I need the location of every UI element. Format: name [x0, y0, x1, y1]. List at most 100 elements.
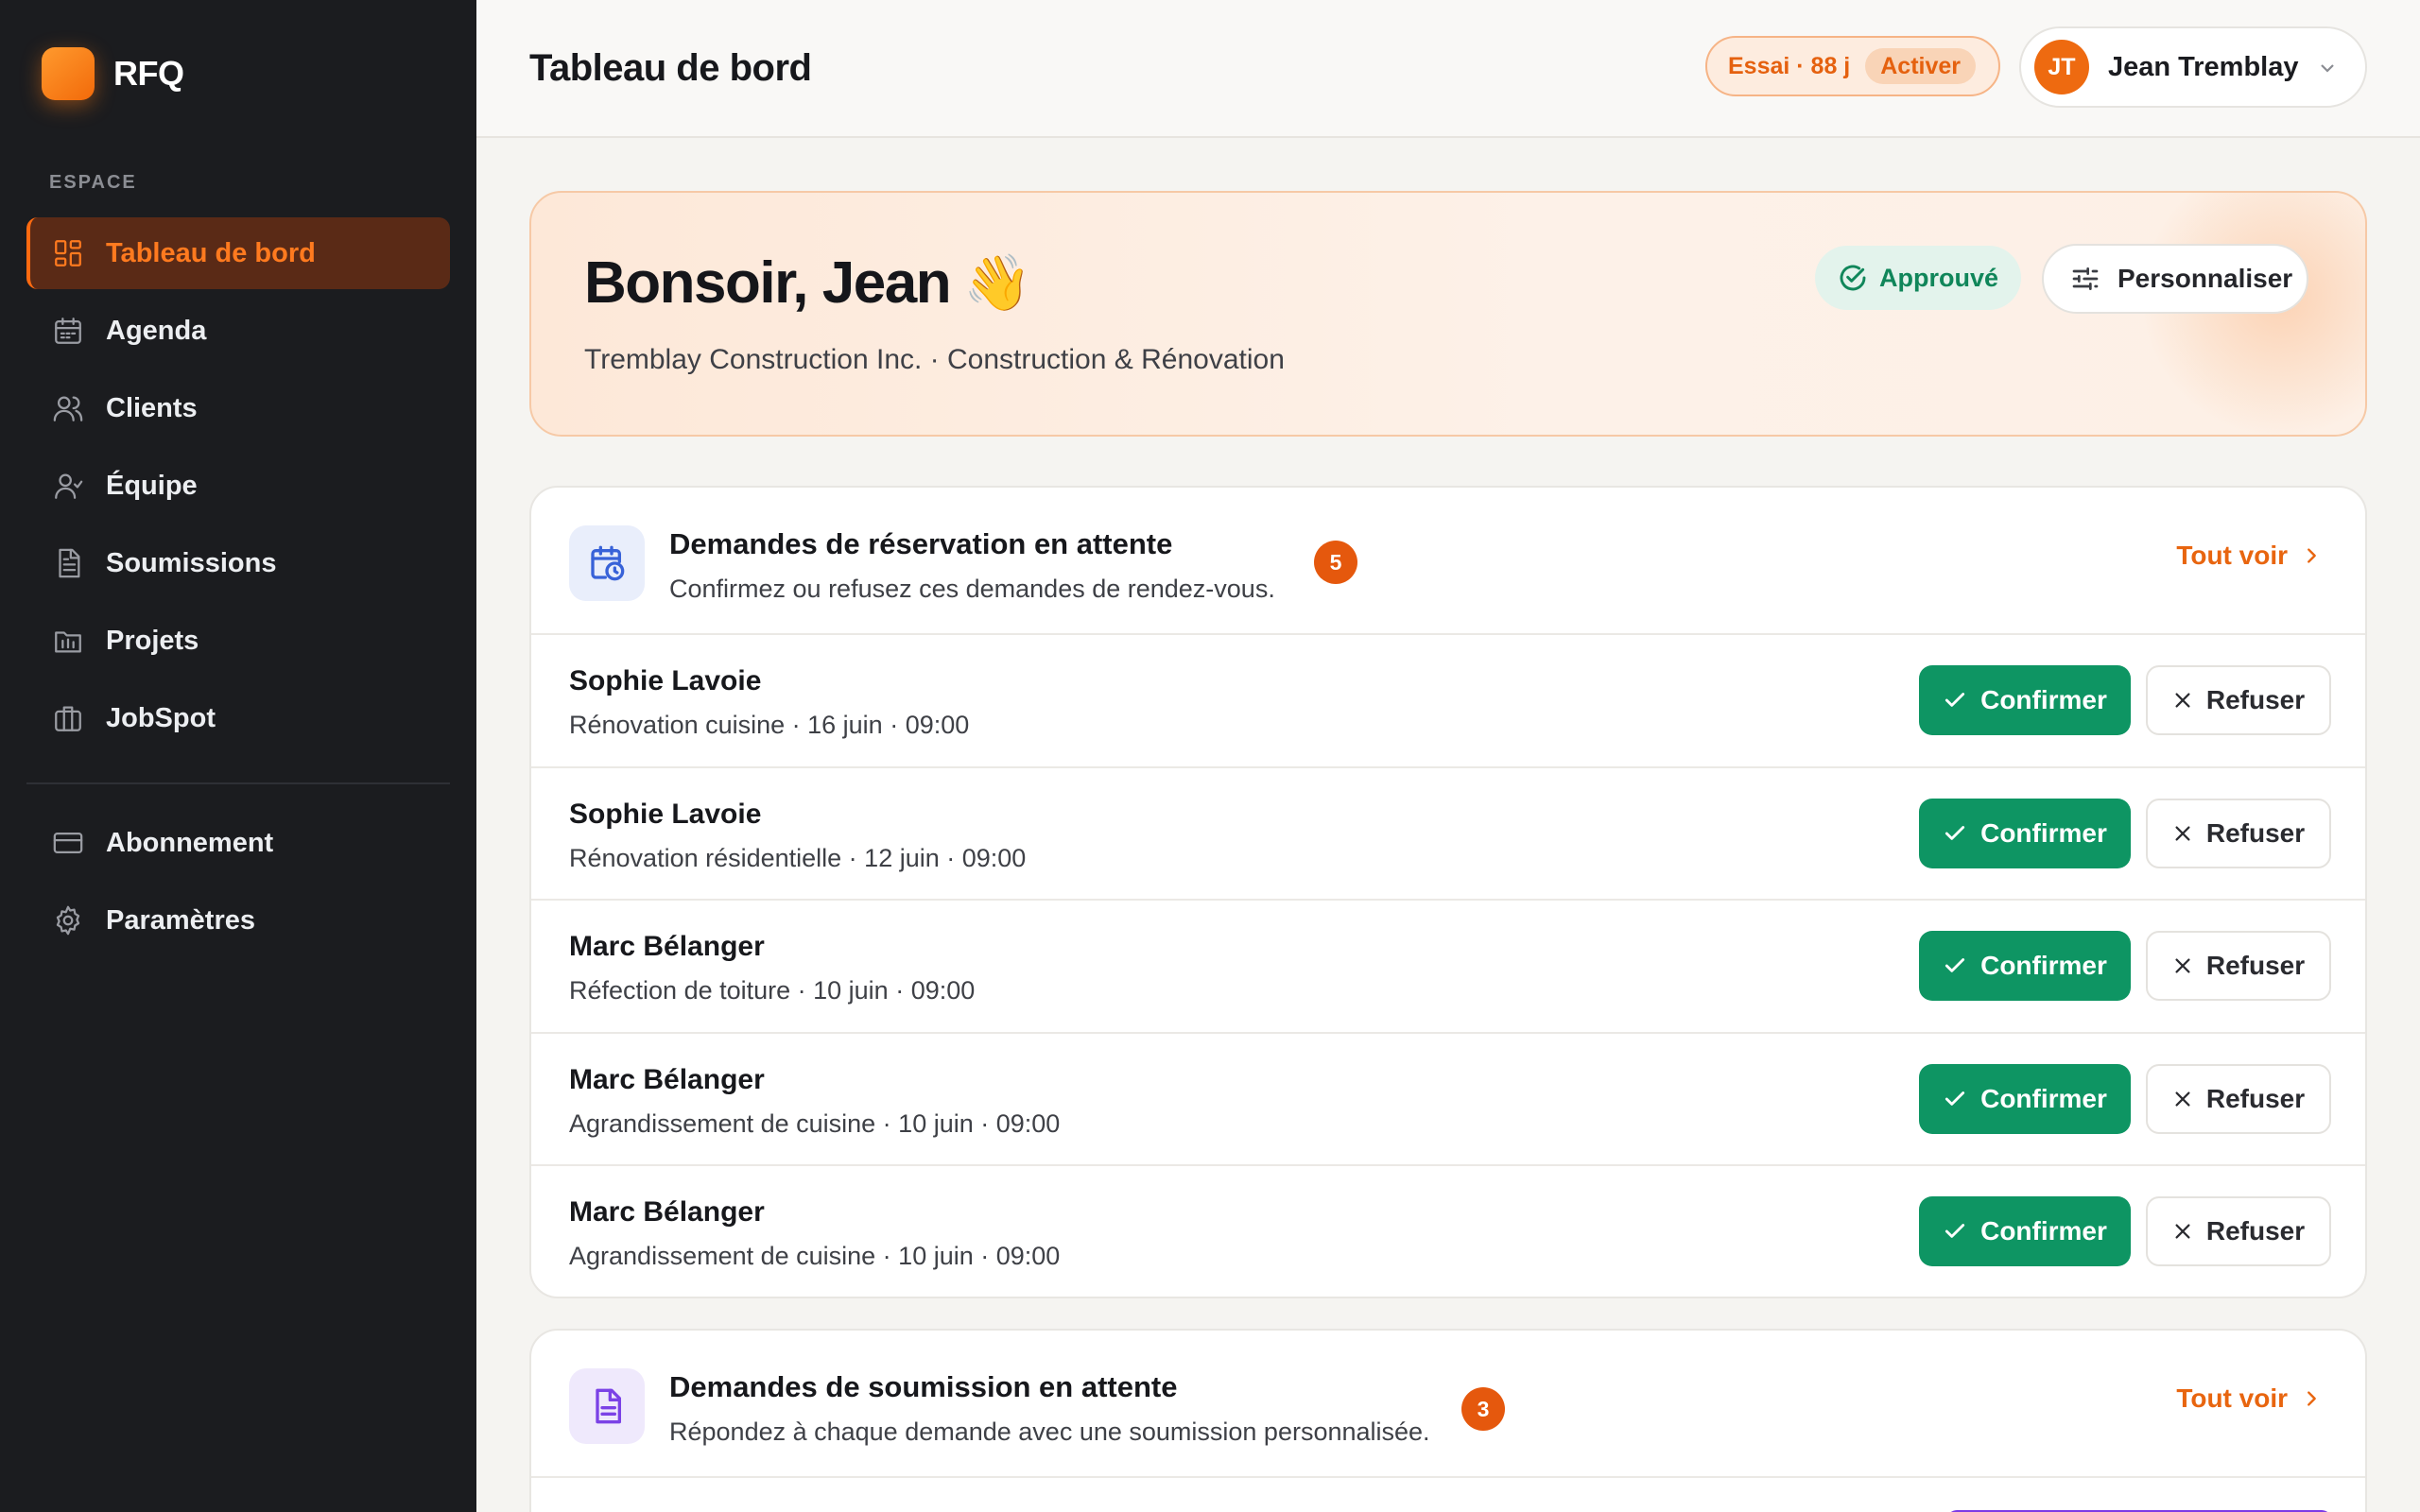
requester-name: Marc Bélanger [569, 1196, 765, 1228]
check-circle-icon [1840, 265, 1866, 291]
sidebar-item-team[interactable]: Équipe [26, 450, 450, 522]
table-row: Sophie Lavoie Rénovation cuisine · 16 ju… [531, 635, 2365, 768]
confirm-button[interactable]: Confirmer [1919, 931, 2131, 1001]
refuse-label: Refuser [2205, 685, 2306, 714]
table-row: Marc Bélanger Agrandissement de cuisine … [531, 1166, 2365, 1297]
refuse-button[interactable]: Refuser [2146, 798, 2331, 868]
brand-logo [42, 47, 95, 100]
projects-icon [51, 624, 85, 658]
count-badge: 3 [1461, 1387, 1505, 1431]
calendar-clock-icon [569, 525, 645, 601]
card-title: Demandes de réservation en attente [669, 527, 1173, 560]
sidebar-item-label: Projets [106, 625, 199, 656]
see-all-label: Tout voir [2176, 541, 2288, 570]
sidebar-item-label: Soumissions [106, 547, 277, 578]
refuse-button[interactable]: Refuser [2146, 931, 2331, 1001]
confirm-label: Confirmer [1980, 1216, 2107, 1246]
status-badge-label: Approuvé [1879, 263, 1999, 292]
user-menu[interactable]: JT Jean Tremblay [2019, 26, 2367, 108]
see-all-link[interactable]: Tout voir [2176, 541, 2322, 571]
sidebar-item-agenda[interactable]: Agenda [26, 295, 450, 367]
dashboard-icon [51, 236, 85, 270]
close-icon [2175, 825, 2190, 841]
refuse-label: Refuser [2205, 951, 2306, 980]
customize-label: Personnaliser [2118, 264, 2293, 293]
sidebar-item-label: Tableau de bord [106, 237, 316, 268]
sidebar-nav: Tableau de bord Agenda Clients Équipe So… [26, 217, 450, 760]
sidebar-item-projects[interactable]: Projets [26, 605, 450, 677]
sidebar-item-subscription[interactable]: Abonnement [26, 807, 450, 879]
sidebar-item-label: Abonnement [106, 827, 274, 858]
confirm-label: Confirmer [1980, 685, 2107, 714]
refuse-label: Refuser [2205, 1083, 2306, 1113]
check-icon [1945, 825, 1965, 840]
trial-text: Essai · 88 j [1728, 52, 1851, 79]
confirm-label: Confirmer [1980, 951, 2107, 980]
check-icon [1945, 1224, 1965, 1238]
confirm-button[interactable]: Confirmer [1919, 1063, 2131, 1134]
confirm-label: Confirmer [1980, 1083, 2107, 1113]
activate-button[interactable]: Activer [1865, 48, 1977, 84]
chevron-right-icon [2308, 548, 2316, 563]
confirm-label: Confirmer [1980, 817, 2107, 848]
gear-icon [51, 903, 85, 937]
sidebar-nav-bottom: Abonnement Paramètres [26, 807, 450, 962]
confirm-button[interactable]: Confirmer [1919, 1196, 2131, 1266]
confirm-button[interactable]: Confirmer [1919, 798, 2131, 868]
user-name: Jean Tremblay [2108, 51, 2299, 82]
avatar: JT [2034, 40, 2089, 94]
refuse-button[interactable]: Refuser [2146, 1196, 2331, 1266]
request-detail: Rénovation résidentielle · 12 juin · 09:… [569, 843, 1027, 872]
waving-hand-icon: 👋 [963, 251, 1031, 314]
refuse-label: Refuser [2205, 817, 2306, 848]
booking-requests-card: Demandes de réservation en attente Confi… [529, 486, 2367, 1298]
sidebar-item-dashboard[interactable]: Tableau de bord [26, 217, 450, 289]
confirm-button[interactable]: Confirmer [1919, 665, 2131, 735]
card-subtitle: Répondez à chaque demande avec une soumi… [669, 1418, 1430, 1446]
close-icon [2175, 1224, 2190, 1239]
quote-requests-card: Demandes de soumission en attente Répond… [529, 1329, 2367, 1512]
table-row: Marc Bélanger Agrandissement de cuisine … [531, 1034, 2365, 1166]
sidebar-item-label: JobSpot [106, 702, 216, 733]
requester-name: Marc Bélanger [569, 931, 765, 962]
sliders-icon [2072, 267, 2099, 290]
customize-button[interactable]: Personnaliser [2042, 244, 2308, 314]
document-icon [51, 546, 85, 580]
refuse-button[interactable]: Refuser [2146, 665, 2331, 735]
brand[interactable]: RFQ [42, 47, 184, 100]
sidebar-divider [26, 782, 450, 784]
brand-name: RFQ [113, 54, 184, 93]
see-all-label: Tout voir [2176, 1383, 2288, 1413]
request-detail: Rénovation cuisine · 16 juin · 09:00 [569, 711, 970, 739]
banner-glow [2138, 193, 2365, 435]
close-icon [2175, 1091, 2190, 1107]
company-info: Tremblay Construction Inc. · Constructio… [584, 344, 1285, 375]
sidebar: RFQ ESPACE Tableau de bord Agenda Client… [0, 0, 476, 1512]
trial-badge: Essai · 88 j Activer [1705, 36, 2000, 96]
see-all-link[interactable]: Tout voir [2176, 1383, 2322, 1414]
request-detail: Agrandissement de cuisine · 10 juin · 09… [569, 1108, 1061, 1138]
greeting-heading: Bonsoir, Jean 👋 [584, 249, 1031, 317]
card-header: Demandes de réservation en attente Confi… [531, 488, 2365, 635]
sidebar-item-quotes[interactable]: Soumissions [26, 527, 450, 599]
chevron-down-icon [2316, 57, 2339, 79]
team-icon [51, 469, 85, 503]
check-icon [1945, 1091, 1965, 1106]
sidebar-item-settings[interactable]: Paramètres [26, 885, 450, 956]
sidebar-item-clients[interactable]: Clients [26, 372, 450, 444]
refuse-label: Refuser [2205, 1216, 2306, 1246]
greeting-text: Bonsoir, Jean [584, 250, 952, 316]
requester-name: Marc Bélanger [569, 1063, 765, 1095]
page-title: Tableau de bord [529, 47, 812, 89]
check-icon [1945, 693, 1965, 707]
sidebar-item-label: Agenda [106, 315, 207, 346]
refuse-button[interactable]: Refuser [2146, 1063, 2331, 1134]
sidebar-item-label: Paramètres [106, 904, 255, 936]
briefcase-icon [51, 701, 85, 735]
card-header: Demandes de soumission en attente Répond… [531, 1331, 2365, 1478]
close-icon [2175, 958, 2190, 973]
calendar-icon [51, 314, 85, 348]
sidebar-item-jobspot[interactable]: JobSpot [26, 682, 450, 754]
sidebar-section-label: ESPACE [49, 172, 137, 193]
topbar: Tableau de bord Essai · 88 j Activer JT … [476, 0, 2420, 138]
